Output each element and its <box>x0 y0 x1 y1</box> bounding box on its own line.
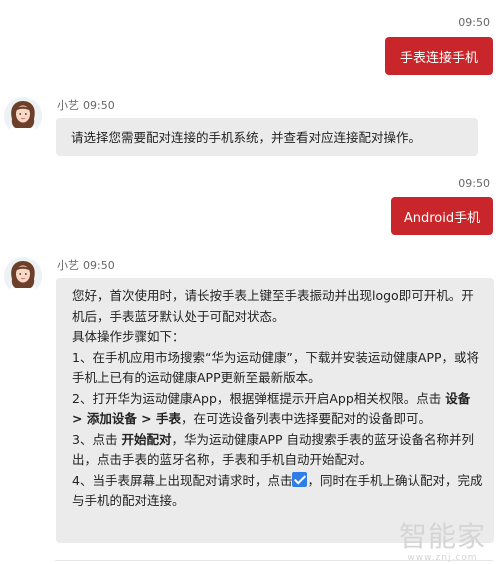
message-text: Android手机 <box>403 210 481 226</box>
timestamp: 09:50 <box>458 177 490 190</box>
step-text: ，在可选设备列表中选择要配对的设备即可。 <box>181 411 432 426</box>
step-text: 4、当手表屏幕上出现配对请求时，点击 <box>72 472 293 488</box>
timestamp: 09:50 <box>458 16 490 29</box>
action-label: 开始配对 <box>121 431 172 447</box>
step-1: 1、在手机应用市场搜索“华为运动健康”，下载并安装运动健康APP，或将手机上已有… <box>72 349 480 386</box>
user-message-bubble[interactable]: 手表连接手机 <box>385 37 493 75</box>
sender-name: 小艺 <box>57 259 79 272</box>
assistant-avatar-icon <box>4 257 42 295</box>
assistant-avatar <box>4 97 42 135</box>
message-text: 手表连接手机 <box>399 50 478 66</box>
assistant-message-bubble[interactable]: 您好，首次使用时，请长按手表上键至手表振动并出现logo即可开机。开机后，手表蓝… <box>56 278 494 543</box>
step-text: 2、打开华为运动健康App，根据弹框提示开启App相关权限。点击 <box>72 390 446 406</box>
watermark-url: www.znj.com <box>407 553 478 563</box>
divider <box>55 560 493 561</box>
message-paragraph: 具体操作步骤如下： <box>72 329 185 344</box>
step-3: 3、点击 开始配对，华为运动健康APP 自动搜索手表的蓝牙设备名称并列出，点击手… <box>72 430 484 471</box>
user-message-bubble[interactable]: Android手机 <box>391 197 493 235</box>
step-2: 2、打开华为运动健康App，根据弹框提示开启App相关权限。点击 设备 > 添加… <box>72 389 484 430</box>
message-paragraph: 您好，首次使用时，请长按手表上键至手表振动并出现logo即可开机。开机后，手表蓝… <box>72 288 474 324</box>
sender-name: 小艺 <box>57 99 79 112</box>
message-text: 请选择您需要配对连接的手机系统，并查看对应连接配对操作。 <box>71 130 422 145</box>
message-meta: 小艺 09:50 <box>57 97 115 113</box>
assistant-message-bubble[interactable]: 请选择您需要配对连接的手机系统，并查看对应连接配对操作。 <box>56 118 478 156</box>
message-meta: 小艺 09:50 <box>57 257 115 273</box>
checkmark-icon <box>292 471 308 487</box>
timestamp: 09:50 <box>83 259 115 272</box>
step-text: 3、点击 <box>72 431 122 447</box>
assistant-avatar-icon <box>4 97 42 135</box>
step-4: 4、当手表屏幕上出现配对请求时，点击 ，同时在手机上确认配对，完成与手机的配对连接… <box>72 471 484 512</box>
timestamp: 09:50 <box>83 99 115 112</box>
assistant-avatar <box>4 257 42 295</box>
